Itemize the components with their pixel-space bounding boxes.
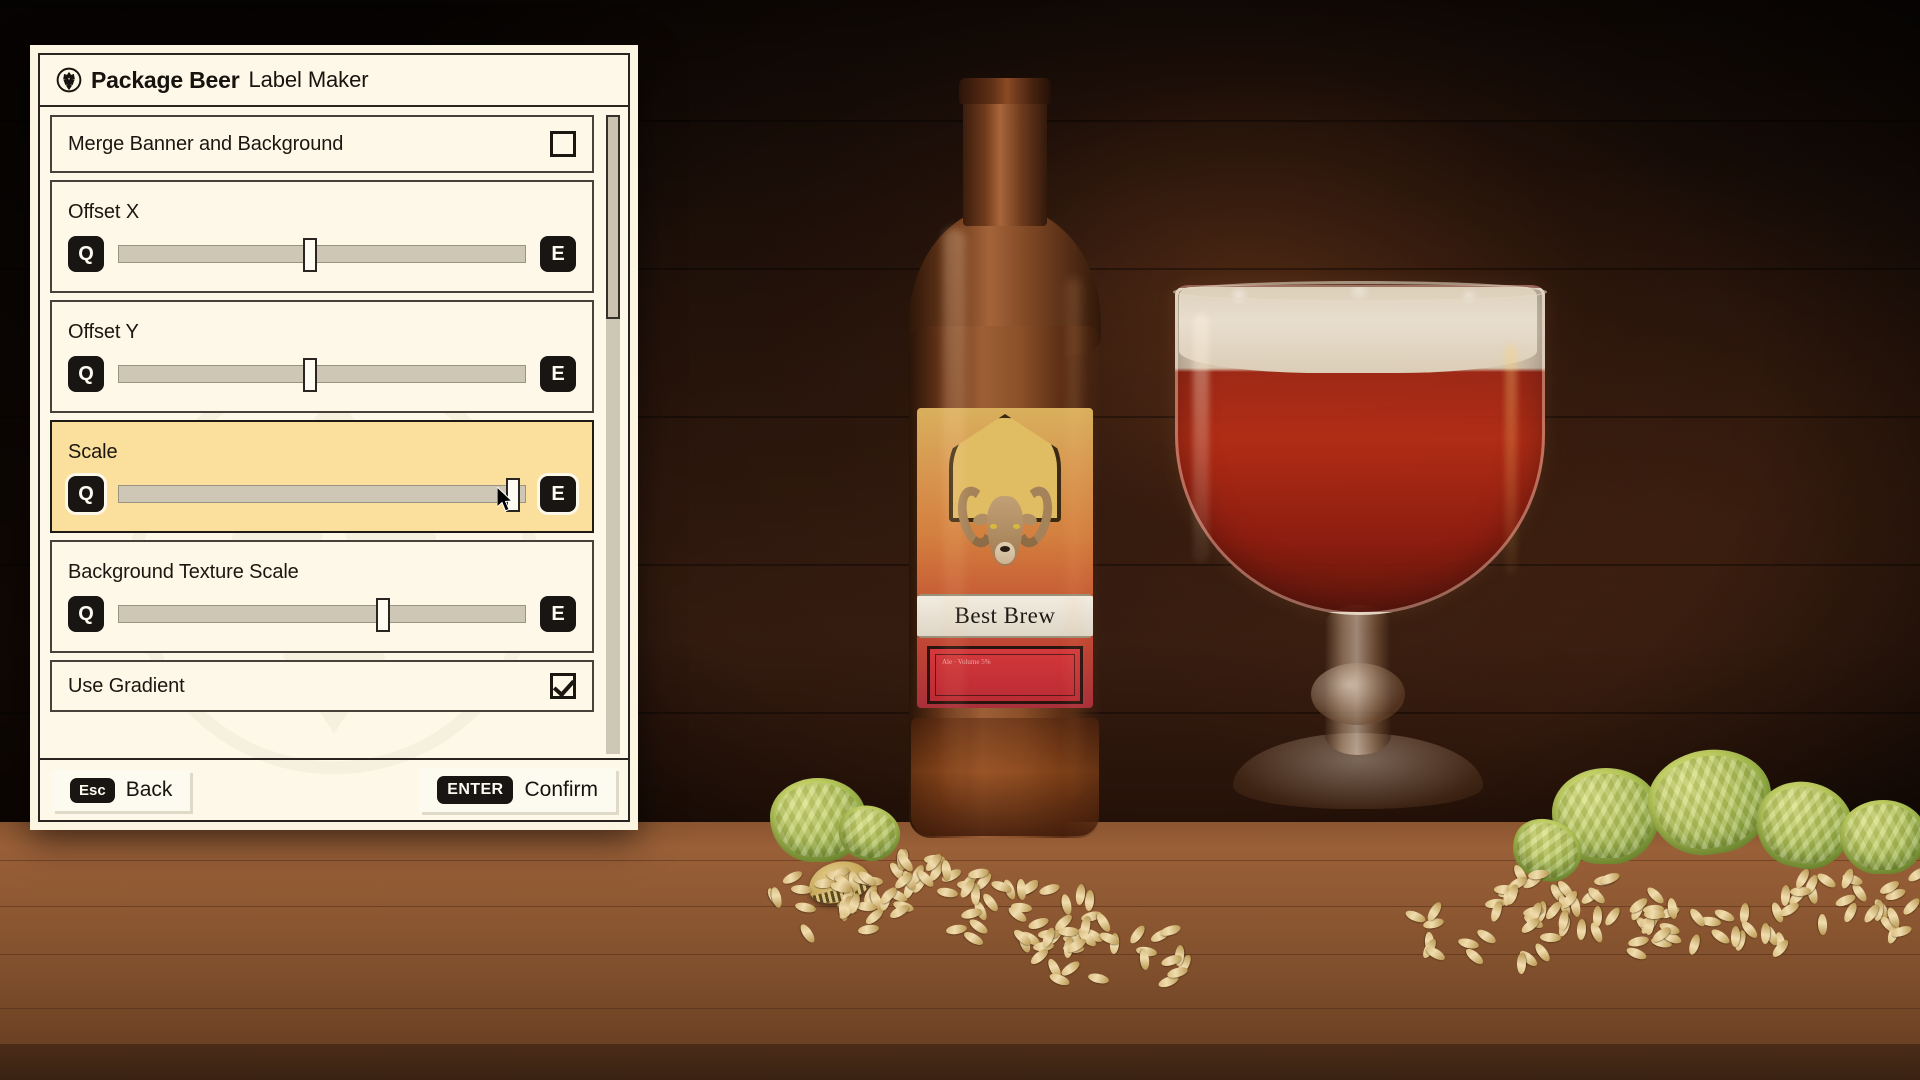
slider-control-offset-y: QE [68,356,576,392]
setting-row-scale[interactable]: Scale Q E [50,420,594,533]
setting-row-use-gradient[interactable]: Use Gradient [50,660,594,712]
dialog-header: Package Beer Label Maker [40,55,628,107]
slider-track-background-texture-scale[interactable] [118,598,526,632]
barley-grain [1644,909,1666,919]
screenshot-root: Best Brew Ale · Volume 5% Package Beer L… [0,0,1920,1080]
slider-thumb-offset-x[interactable] [302,238,317,272]
slider-thumb-scale[interactable] [505,478,520,512]
increase-key-offset-x[interactable]: E [540,236,576,272]
settings-list: Merge Banner and Background Offset X Q E Off… [50,115,594,754]
confirm-button-label: Confirm [524,778,598,801]
page-title: Package Beer [91,66,240,93]
slider-thumb-background-texture-scale[interactable] [375,598,390,632]
slider-control-scale: QE [68,476,576,512]
slider-control-offset-x: QE [68,236,576,272]
beer-bottle: Best Brew Ale · Volume 5% [895,78,1125,838]
hop-cone [1840,800,1920,874]
slider-control-background-texture-scale: QE [68,596,576,632]
scrollbar-track[interactable] [606,115,620,754]
decrease-key-offset-y[interactable]: Q [68,356,104,392]
barley-grain [1057,926,1079,937]
checkbox-use-gradient[interactable] [550,673,576,699]
decrease-key-scale[interactable]: Q [68,476,104,512]
decrease-key-offset-x[interactable]: Q [68,236,104,272]
increase-key-background-texture-scale[interactable]: E [540,596,576,632]
setting-row-background-texture-scale[interactable]: Background Texture Scale Q E [50,540,594,653]
slider-track-offset-x[interactable] [118,238,526,272]
confirm-button[interactable]: ENTER Confirm [419,768,616,812]
enter-key-badge: ENTER [437,776,514,804]
setting-row-merge-banner-and-background[interactable]: Merge Banner and Background [50,115,594,173]
setting-label: Offset X [68,201,140,223]
page-subtitle: Label Maker [248,67,369,92]
beer-glass [1173,281,1547,845]
barley-grain [1516,952,1527,974]
hop-cone-circle-icon [56,67,82,93]
increase-key-offset-y[interactable]: E [540,356,576,392]
back-button[interactable]: Esc Back [52,769,191,811]
decrease-key-background-texture-scale[interactable]: Q [68,596,104,632]
slider-thumb-offset-y[interactable] [302,358,317,392]
settings-scroll-area: Merge Banner and Background Offset X Q E Off… [40,107,628,758]
increase-key-scale[interactable]: E [540,476,576,512]
setting-label: Offset Y [68,321,139,343]
dialog-footer: Esc Back ENTER Confirm [40,758,628,820]
bottle-brand-text: Best Brew [954,603,1056,628]
esc-key-badge: Esc [70,777,115,803]
checkbox-merge-banner-and-background[interactable] [550,131,576,157]
slider-track-scale[interactable] [118,478,526,512]
setting-label: Merge Banner and Background [68,132,344,155]
ram-head-icon [952,470,1058,590]
slider-track-offset-y[interactable] [118,358,526,392]
setting-label: Background Texture Scale [68,561,299,583]
setting-row-offset-x[interactable]: Offset XQE [50,180,594,293]
label-maker-dialog: Package Beer Label Maker Merge Banner an… [30,45,638,830]
setting-row-offset-y[interactable]: Offset YQE [50,300,594,413]
back-button-label: Back [125,778,173,801]
setting-label: Scale [68,441,118,463]
scrollbar-thumb[interactable] [606,115,620,320]
setting-label: Use Gradient [68,674,185,697]
